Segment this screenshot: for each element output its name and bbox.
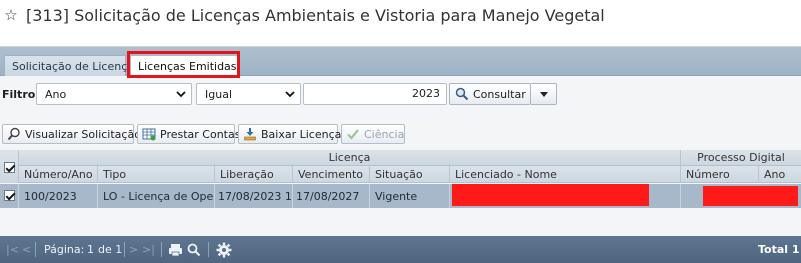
page-title: [313] Solicitação de Licenças Ambientais… [26,5,605,25]
cell-licenciado-nome [450,184,681,208]
chevron-down-icon [285,91,295,98]
caret-down-icon [540,92,548,97]
baixar-licenca-button[interactable]: Baixar Licença [238,124,342,144]
tab-bar: Solicitação de Licença Licenças Emitidas [0,47,801,76]
next-page-icon[interactable]: > [129,243,138,256]
tab-licencas-emitidas[interactable]: Licenças Emitidas [130,55,238,76]
consultar-label: Consultar [473,87,526,101]
prestar-contas-button[interactable]: Prestar Contas [137,124,240,144]
checkmark-icon [347,129,359,140]
col-processo-ano[interactable]: Ano [759,166,801,182]
row-select-cell [0,184,19,208]
visualizar-solicitacao-button[interactable]: Visualizar Solicitação [2,124,141,144]
cell-processo [681,184,801,208]
filter-value-input[interactable]: 2023 [303,83,447,105]
filter-field-value: Ano [45,87,67,101]
visualizar-label: Visualizar Solicitação [25,127,141,141]
redacted-processo [703,186,798,206]
select-all-checkbox[interactable] [4,162,15,173]
page-total: de 1 [98,243,123,256]
print-icon[interactable] [168,243,183,257]
consultar-dropdown-button[interactable] [531,83,557,105]
col-processo-numero[interactable]: Número [681,166,759,182]
page-label: Página: [44,243,85,256]
col-vencimento[interactable]: Vencimento [293,166,370,182]
action-toolbar: Visualizar Solicitação Prestar Contas Ba… [0,122,801,146]
redacted-name [452,184,649,206]
cell-tipo: LO - Licença de Oper… [98,184,215,208]
group-header-processo-digital: Processo Digital [697,151,785,164]
first-page-icon[interactable]: |< [6,243,19,256]
prev-page-icon[interactable]: < [22,243,31,256]
filter-operator-select[interactable]: Igual [196,83,301,105]
table-row[interactable]: 100/2023 LO - Licença de Oper… 17/08/202… [0,184,801,208]
filter-operator-value: Igual [205,87,232,101]
grid-group-header: Licença Processo Digital [19,150,801,166]
consultar-button[interactable]: Consultar [449,83,531,105]
filter-field-select[interactable]: Ano [36,83,192,105]
filter-label: Filtro: [2,88,40,101]
magnifier-icon [7,127,20,141]
filter-bar: Filtro: Ano Igual 2023 Consultar [0,80,801,108]
spreadsheet-icon [142,128,156,141]
baixar-licenca-label: Baixar Licença [261,127,342,141]
col-situacao[interactable]: Situação [370,166,450,182]
total-count: Total 1 [758,243,800,256]
ciencia-label: Ciência [364,127,405,141]
separator [161,242,162,257]
group-header-licenca: Licença [19,150,681,165]
cell-situacao: Vigente [370,184,450,208]
tab-solicitacao-licenca[interactable]: Solicitação de Licença [4,55,134,76]
cell-numero-ano: 100/2023 [19,184,98,208]
search-icon [455,87,469,101]
main-panel: Solicitação de Licença Licenças Emitidas… [0,46,801,263]
col-liberacao[interactable]: Liberação [215,166,293,182]
chevron-down-icon [176,91,186,98]
search-icon[interactable] [187,243,201,257]
last-page-icon[interactable]: >| [142,243,155,256]
separator [124,242,125,257]
col-numero-ano[interactable]: Número/Ano [19,166,98,182]
grid-column-header: Número/Ano Tipo Liberação Vencimento Sit… [19,166,801,183]
separator [35,242,36,257]
gear-icon[interactable] [216,242,232,258]
star-icon[interactable]: ☆ [2,7,20,23]
pagination-bar: |< < Página: 1 de 1 > >| Total 1 [0,236,801,263]
select-all-cell [0,150,19,183]
col-tipo[interactable]: Tipo [98,166,215,182]
cell-liberacao: 17/08/2023 12… [215,184,293,208]
page-input[interactable]: 1 [87,243,94,256]
ciencia-button[interactable]: Ciência [341,124,405,144]
prestar-contas-label: Prestar Contas [160,127,241,141]
separator [208,242,209,257]
cell-vencimento: 17/08/2027 [293,184,370,208]
row-checkbox[interactable] [4,190,15,201]
title-bar: ☆ [313] Solicitação de Licenças Ambienta… [0,0,801,30]
col-licenciado-nome[interactable]: Licenciado - Nome [450,166,681,182]
download-icon [244,128,256,141]
